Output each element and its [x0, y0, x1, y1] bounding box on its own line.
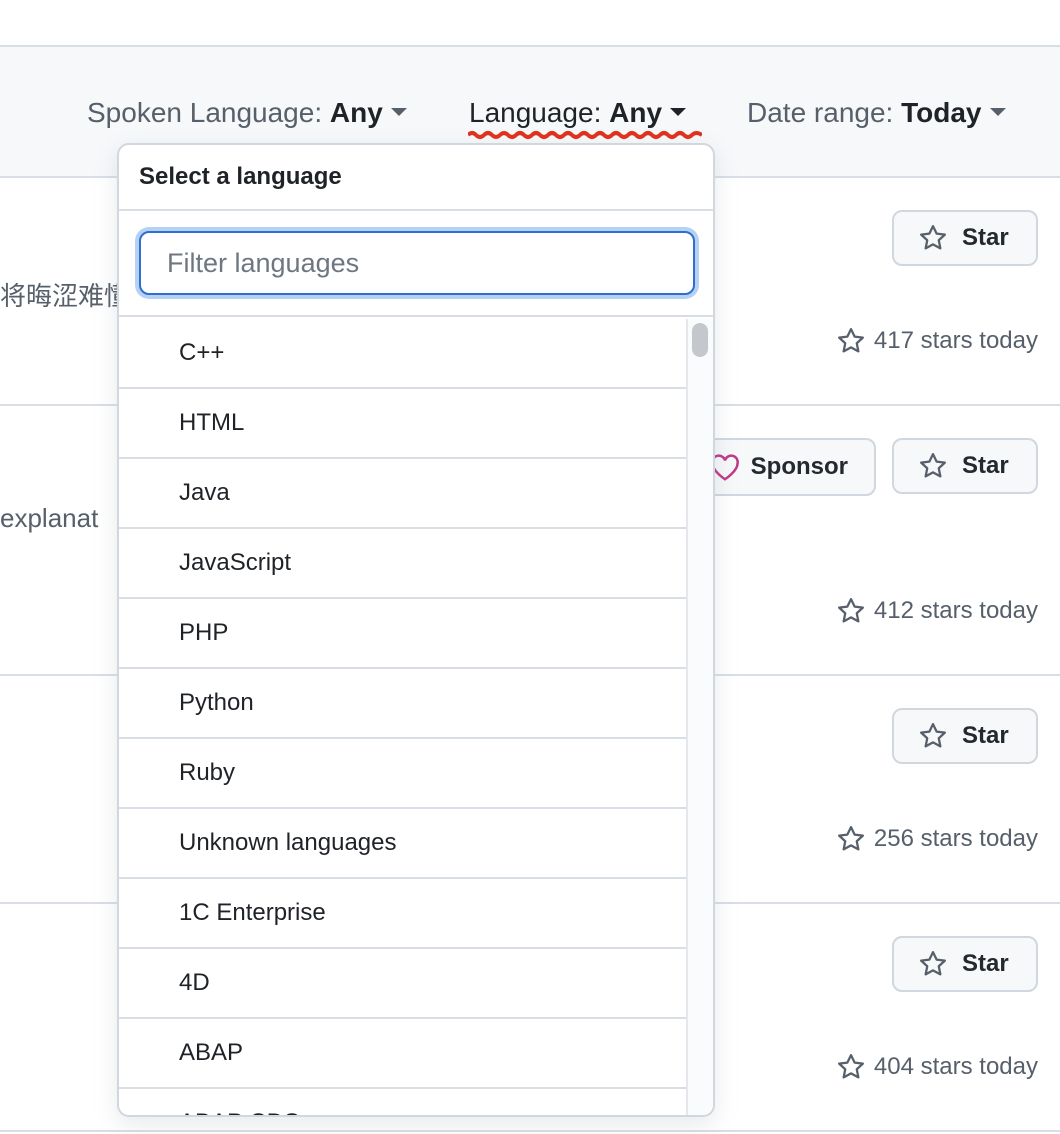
spoken-language-value: Any: [329, 97, 383, 128]
dropdown-scrollbar-track[interactable]: [686, 319, 713, 1115]
language-option-abap-cds[interactable]: ABAP CDS: [119, 1089, 687, 1115]
star-icon: [920, 453, 946, 478]
stars-today-label: 417 stars today: [873, 327, 1038, 354]
star-icon: [837, 1054, 864, 1079]
dropdown-scrollbar-thumb[interactable]: [692, 323, 708, 357]
language-option-ruby[interactable]: Ruby: [119, 739, 687, 809]
spoken-language-label: Spoken Language:: [87, 97, 323, 128]
star-icon: [837, 826, 864, 851]
date-range-value: Today: [901, 97, 982, 128]
star-icon: [920, 951, 946, 976]
language-option-1c-enterprise[interactable]: 1C Enterprise: [119, 879, 687, 949]
language-option-java[interactable]: Java: [119, 459, 687, 529]
sponsor-button[interactable]: Sponsor: [694, 438, 876, 496]
filter-languages-input[interactable]: [139, 231, 695, 295]
top-bar: [0, 0, 1060, 47]
language-option-php[interactable]: PHP: [119, 599, 687, 669]
stars-today-label: 412 stars today: [873, 597, 1038, 624]
red-underline-annotation: [468, 131, 702, 139]
language-value: Any: [609, 97, 663, 128]
language-list: C++ HTML Java JavaScript PHP Python Ruby…: [119, 319, 687, 1115]
language-dropdown: Select a language C++ HTML Java JavaScri…: [117, 143, 715, 1117]
language-option-unknown[interactable]: Unknown languages: [119, 809, 687, 879]
language-option-cpp[interactable]: C++: [119, 319, 687, 389]
repo-description: 将晦涩难懂: [0, 281, 117, 311]
language-option-python[interactable]: Python: [119, 669, 687, 739]
star-icon: [837, 328, 864, 353]
star-label: Star: [962, 722, 1009, 749]
star-button[interactable]: Star: [892, 438, 1038, 494]
stars-today: 404 stars today: [836, 1052, 1038, 1082]
caret-down-icon: [989, 107, 1006, 116]
date-range-filter[interactable]: Date range: Today: [747, 97, 1006, 129]
language-option-4d[interactable]: 4D: [119, 949, 687, 1019]
star-icon: [920, 723, 946, 748]
star-label: Star: [962, 950, 1009, 977]
stars-today: 417 stars today: [836, 326, 1038, 356]
stars-today-label: 256 stars today: [873, 825, 1038, 852]
row-divider: [0, 1130, 1060, 1132]
spoken-language-filter[interactable]: Spoken Language: Any: [87, 97, 407, 129]
stars-today: 412 stars today: [836, 596, 1038, 626]
date-range-label: Date range:: [747, 97, 894, 128]
dropdown-filter-area: [119, 211, 713, 317]
sponsor-label: Sponsor: [750, 453, 848, 480]
star-button[interactable]: Star: [892, 936, 1038, 992]
star-label: Star: [962, 452, 1009, 479]
language-option-abap[interactable]: ABAP: [119, 1019, 687, 1089]
dropdown-title: Select a language: [119, 145, 713, 211]
star-icon: [837, 598, 864, 623]
star-button[interactable]: Star: [892, 210, 1038, 266]
repo-description: explanat: [0, 503, 99, 533]
language-option-javascript[interactable]: JavaScript: [119, 529, 687, 599]
star-button[interactable]: Star: [892, 708, 1038, 764]
stars-today-label: 404 stars today: [873, 1053, 1038, 1080]
caret-down-icon: [670, 107, 687, 116]
language-label: Language:: [469, 97, 602, 128]
language-option-html[interactable]: HTML: [119, 389, 687, 459]
caret-down-icon: [390, 107, 407, 116]
star-label: Star: [962, 224, 1009, 251]
language-filter[interactable]: Language: Any: [469, 97, 687, 129]
stars-today: 256 stars today: [836, 824, 1038, 854]
star-icon: [920, 225, 946, 250]
